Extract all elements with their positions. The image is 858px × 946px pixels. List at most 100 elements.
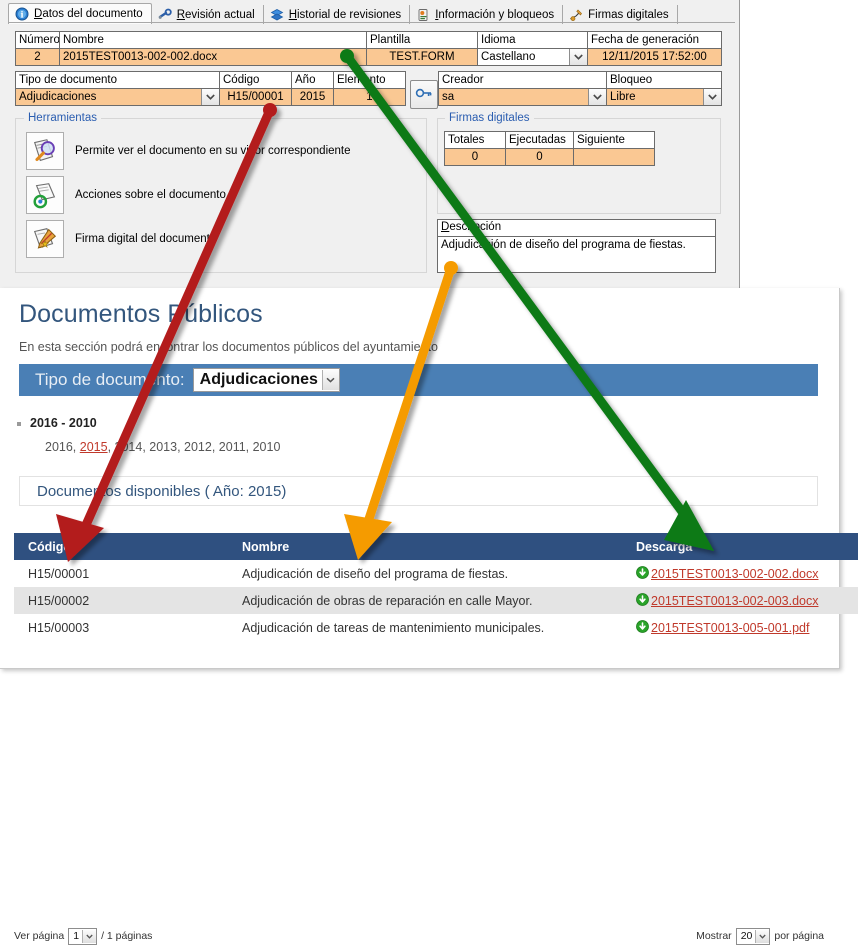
tab-label: Datos del documento: [34, 8, 143, 20]
value-elemento[interactable]: 1: [333, 88, 406, 106]
descripcion-label: Descripción: [438, 220, 715, 237]
public-documents-webpage: Documentos Públicos En esta sección podr…: [0, 288, 858, 945]
cell-nombre: Adjudicación de obras de reparación en c…: [228, 587, 622, 614]
chevron-down-icon[interactable]: [321, 370, 339, 390]
column-header-descarga[interactable]: Descarga: [622, 533, 858, 560]
firmas-digitales-title: Firmas digitales: [445, 112, 534, 124]
value-fecha-generacion[interactable]: 12/11/2015 17:52:00: [587, 48, 722, 66]
magnifier-document-icon: [26, 132, 64, 170]
label-idioma: Idioma: [477, 31, 588, 49]
value-tipo-documento[interactable]: Adjudicaciones: [15, 88, 220, 106]
tool-item-ver-documento[interactable]: Permite ver el documento en su visor cor…: [26, 132, 351, 170]
tool-item-firma-digital[interactable]: Firma digital del documento: [26, 220, 216, 258]
label-codigo: Código: [219, 71, 292, 89]
tab-datos-del-documento[interactable]: i Datos del documento: [8, 3, 152, 24]
document-header-table: Número Nombre Plantilla Idioma Fecha de …: [15, 31, 722, 66]
document-type-table: Tipo de documento Código Año Elemento Ad…: [15, 71, 406, 106]
label-plantilla: Plantilla: [366, 31, 478, 49]
value-plantilla[interactable]: TEST.FORM: [366, 48, 478, 66]
label-nombre: Nombre: [59, 31, 367, 49]
cell-nombre: Adjudicación de diseño del programa de f…: [242, 566, 509, 581]
por-pagina-label: por página: [774, 930, 824, 942]
document-type-select[interactable]: Adjudicaciones: [192, 368, 340, 392]
herramientas-title: Herramientas: [24, 112, 102, 124]
label-totales: Totales: [444, 131, 506, 149]
document-type-label: Tipo de documento:: [35, 370, 185, 389]
chevron-down-icon[interactable]: [201, 89, 219, 105]
chevron-down-icon[interactable]: [82, 929, 97, 943]
value-totales: 0: [444, 148, 506, 166]
label-fecha-generacion: Fecha de generación: [587, 31, 722, 49]
download-green-icon[interactable]: [636, 565, 649, 582]
tab-label: Firmas digitales: [588, 8, 669, 21]
label-bloqueo: Bloqueo: [606, 71, 722, 89]
table-row-headers: Tipo de documento Código Año Elemento: [15, 71, 406, 89]
table-row-headers: Número Nombre Plantilla Idioma Fecha de …: [15, 31, 722, 49]
available-documents-label: Documentos disponibles ( Año: 2015): [37, 482, 287, 500]
tipo-documento-text: Adjudicaciones: [19, 91, 97, 103]
chevron-down-icon[interactable]: [588, 89, 606, 105]
value-nombre[interactable]: 2015TEST0013-002-002.docx: [59, 48, 367, 66]
column-header-nombre[interactable]: Nombre: [228, 533, 622, 560]
tool-item-acciones-documento[interactable]: Acciones sobre el documento: [26, 176, 226, 214]
table-row-headers: Totales Ejecutadas Siguiente: [444, 131, 655, 149]
page-title: Documentos Públicos: [19, 300, 263, 328]
download-link[interactable]: 2015TEST0013-005-001.pdf: [651, 621, 809, 635]
tool-label: Acciones sobre el documento: [75, 189, 226, 201]
chevron-down-icon[interactable]: [569, 49, 587, 65]
chevron-down-icon[interactable]: [703, 89, 721, 105]
cell-codigo: H15/00003: [28, 620, 90, 635]
creador-text: sa: [442, 91, 455, 103]
tool-label: Permite ver el documento en su visor cor…: [75, 145, 351, 157]
value-siguiente: [573, 148, 655, 166]
digital-signature-icon: [26, 220, 64, 258]
download-green-icon[interactable]: [636, 592, 649, 609]
download-link[interactable]: 2015TEST0013-002-003.docx: [651, 594, 818, 608]
key-button[interactable]: [410, 80, 438, 109]
document-actions-icon: [26, 176, 64, 214]
page-size-value: 20: [740, 930, 753, 942]
value-bloqueo[interactable]: Libre: [606, 88, 722, 106]
label-elemento: Elemento: [333, 71, 406, 89]
download-link[interactable]: 2015TEST0013-002-002.docx: [651, 567, 818, 581]
mostrar-label: Mostrar: [696, 930, 732, 942]
year-link-active[interactable]: 2015: [80, 440, 108, 454]
value-codigo[interactable]: H15/00001: [219, 88, 292, 106]
table-row-values: 0 0: [444, 148, 655, 166]
info-circle-icon: i: [15, 7, 29, 21]
cell-descarga: 2015TEST0013-005-001.pdf: [622, 614, 858, 641]
value-numero[interactable]: 2: [15, 48, 60, 66]
download-cell-content: 2015TEST0013-002-002.docx: [636, 565, 818, 582]
page-select[interactable]: 1: [68, 927, 98, 945]
documents-table: Código Nombre Descarga H15/00001 Adjudic…: [14, 533, 858, 641]
label-anio: Año: [291, 71, 334, 89]
value-ejecutadas: 0: [505, 148, 574, 166]
total-pages-label: / 1 páginas: [101, 930, 153, 942]
wrench-icon: [158, 8, 172, 22]
creator-lock-table: Creador Bloqueo sa Libre: [438, 71, 722, 106]
descripcion-text[interactable]: Adjudicación de diseño del programa de f…: [438, 237, 715, 253]
firmas-table: Totales Ejecutadas Siguiente 0 0: [444, 131, 655, 166]
column-header-codigo[interactable]: Código: [14, 533, 228, 560]
document-type-selected-value: Adjudicaciones: [199, 371, 318, 388]
page-size-group: Mostrar 20 por página: [696, 927, 824, 945]
bloqueo-text: Libre: [610, 91, 636, 103]
value-creador[interactable]: sa: [438, 88, 607, 106]
value-idioma[interactable]: Castellano: [477, 48, 588, 66]
page-select-value: 1: [73, 930, 80, 942]
page-size-select[interactable]: 20: [735, 927, 771, 945]
idioma-text: Castellano: [481, 51, 536, 63]
chevron-down-icon[interactable]: [755, 929, 770, 943]
table-row-headers: Creador Bloqueo: [438, 71, 722, 89]
label-ejecutadas: Ejecutadas: [505, 131, 574, 149]
document-type-filter-bar: Tipo de documento: Adjudicaciones: [19, 364, 818, 396]
table-row-values: Adjudicaciones H15/00001 2015 1: [15, 88, 406, 106]
download-green-icon[interactable]: [636, 619, 649, 636]
value-anio[interactable]: 2015: [291, 88, 334, 106]
table-row: H15/00002 Adjudicación de obras de repar…: [14, 587, 858, 614]
download-cell-content: 2015TEST0013-005-001.pdf: [636, 619, 809, 636]
label-siguiente: Siguiente: [573, 131, 655, 149]
table-row-values: sa Libre: [438, 88, 722, 106]
year-list-prefix[interactable]: 2016,: [45, 440, 80, 454]
year-list-suffix[interactable]: , 2014, 2013, 2012, 2011, 2010: [108, 440, 281, 454]
